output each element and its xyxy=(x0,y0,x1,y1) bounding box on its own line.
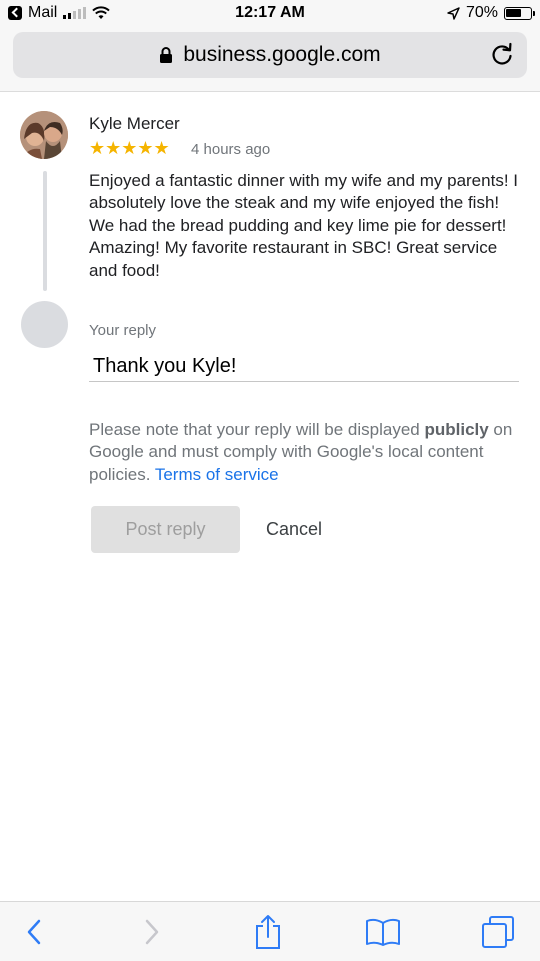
notice-bold: publicly xyxy=(424,420,489,439)
post-reply-button[interactable]: Post reply xyxy=(91,506,240,553)
reply-label: Your reply xyxy=(89,322,156,339)
reviewer-photo-icon xyxy=(20,111,68,159)
reload-icon[interactable] xyxy=(489,42,515,68)
forward-button[interactable] xyxy=(122,902,182,961)
thread-line xyxy=(43,171,47,291)
review-time: 4 hours ago xyxy=(191,141,271,158)
review-text: Enjoyed a fantastic dinner with my wife … xyxy=(89,171,518,280)
tabs-button[interactable] xyxy=(468,902,528,961)
share-icon xyxy=(256,914,280,949)
terms-of-service-link[interactable]: Terms of service xyxy=(155,465,279,484)
forward-icon xyxy=(145,919,159,944)
address-bar[interactable]: business.google.com xyxy=(13,32,527,78)
browser-toolbar xyxy=(0,901,540,961)
battery-fill xyxy=(506,8,521,17)
back-button[interactable] xyxy=(4,902,64,961)
lock-icon xyxy=(160,47,173,63)
status-right: 70% xyxy=(447,4,535,22)
status-bar: Mail 12:17 AM 70% xyxy=(0,0,540,28)
bookmarks-icon xyxy=(366,918,400,946)
star-rating: ★★★★★ xyxy=(89,138,170,158)
reviewer-name: Kyle Mercer xyxy=(89,114,180,133)
reply-avatar xyxy=(21,301,68,348)
url-text: business.google.com xyxy=(183,43,381,66)
reply-input[interactable] xyxy=(89,352,519,382)
back-icon xyxy=(27,919,41,944)
public-reply-notice: Please note that your reply will be disp… xyxy=(89,419,529,486)
bookmarks-button[interactable] xyxy=(353,902,413,961)
share-button[interactable] xyxy=(238,902,298,961)
notice-text-start: Please note that your reply will be disp… xyxy=(89,420,425,439)
cancel-button[interactable]: Cancel xyxy=(244,506,344,553)
tabs-icon xyxy=(482,915,514,948)
location-arrow-icon xyxy=(447,6,460,20)
browser-top-bar: business.google.com xyxy=(0,28,540,92)
battery-percent: 70% xyxy=(465,4,498,21)
battery-icon xyxy=(504,6,535,20)
reviewer-avatar xyxy=(20,111,68,159)
